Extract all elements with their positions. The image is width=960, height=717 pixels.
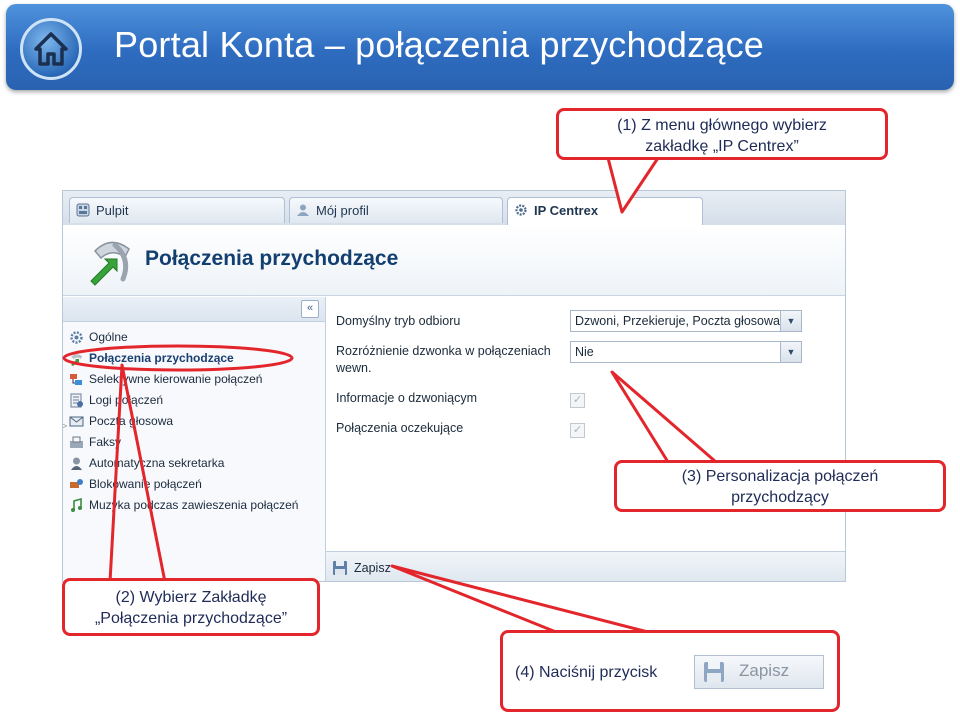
floppy-disk-icon bbox=[704, 662, 724, 682]
save-button-illustration: Zapisz bbox=[694, 655, 824, 689]
callout-2-line2: „Połączenia przychodzące” bbox=[94, 610, 288, 627]
callout-1-line2: zakładkę „IP Centrex” bbox=[645, 138, 799, 155]
callout-1-pointer bbox=[606, 157, 660, 214]
save-illustration-label: Zapisz bbox=[739, 661, 790, 680]
callout-2: (2) Wybierz Zakładkę „Połączenia przycho… bbox=[62, 578, 320, 636]
highlight-ellipse bbox=[62, 344, 294, 372]
callout-3-pointer bbox=[610, 370, 717, 464]
callout-1: (1) Z menu głównego wybierz zakładkę „IP… bbox=[556, 108, 888, 160]
callout-2-pointer bbox=[108, 363, 167, 583]
callout-1-line1: (1) Z menu głównego wybierz bbox=[617, 117, 827, 134]
callout-3-line2: przychodzący bbox=[731, 489, 829, 506]
callout-3-line1: (3) Personalizacja połączeń bbox=[681, 468, 879, 485]
callout-3: (3) Personalizacja połączeń przychodzący bbox=[614, 460, 946, 512]
callout-4-pointer bbox=[390, 564, 649, 634]
callout-2-line1: (2) Wybierz Zakładkę bbox=[115, 589, 267, 606]
callout-4-text: (4) Naciśnij przycisk bbox=[515, 664, 658, 681]
